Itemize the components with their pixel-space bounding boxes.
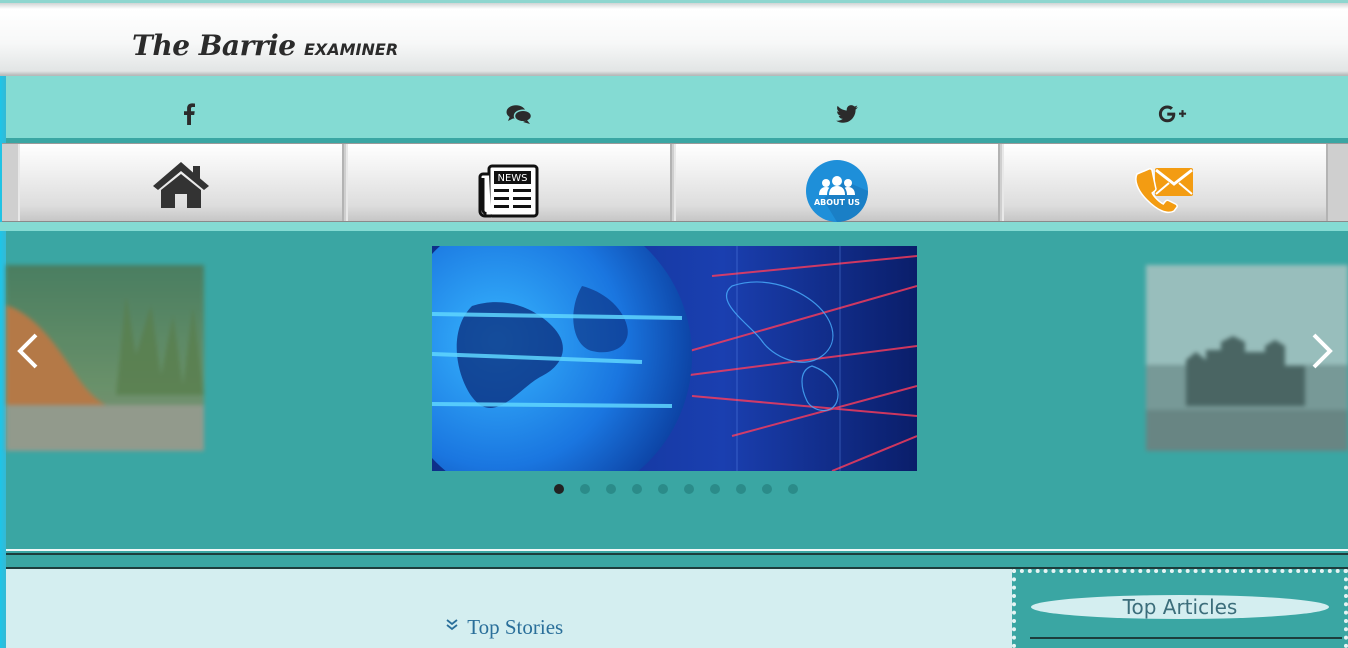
- nav-about-us[interactable]: ABOUT US: [674, 144, 1000, 222]
- newspaper-icon: NEWS: [477, 164, 541, 223]
- google-plus-icon[interactable]: [1158, 102, 1188, 126]
- contact-phone-mail-icon: [1133, 166, 1197, 221]
- sidebar: Top Articles: [1012, 569, 1348, 648]
- top-stories-link[interactable]: Top Stories: [446, 615, 563, 640]
- sidebar-divider: [1030, 637, 1342, 639]
- social-bar: [6, 76, 1348, 138]
- main-nav: NEWS ABOUT US: [2, 143, 1348, 222]
- carousel-dot[interactable]: [606, 484, 616, 494]
- double-chevron-down-icon: [446, 619, 461, 634]
- carousel-dot[interactable]: [684, 484, 694, 494]
- top-stories-label: Top Stories: [467, 615, 564, 639]
- top-articles-heading: Top Articles: [1031, 595, 1329, 619]
- about-us-icon: ABOUT US: [805, 159, 869, 228]
- site-header: The Barrie EXAMINER: [0, 0, 1348, 76]
- twitter-icon[interactable]: [832, 102, 862, 126]
- home-icon: [151, 160, 211, 215]
- carousel-dot[interactable]: [736, 484, 746, 494]
- carousel-dot[interactable]: [788, 484, 798, 494]
- carousel-dot[interactable]: [632, 484, 642, 494]
- about-us-icon-label: ABOUT US: [814, 198, 860, 207]
- carousel-dots: [554, 484, 798, 494]
- carousel-next-arrow-icon[interactable]: [1306, 331, 1336, 371]
- nav-contact[interactable]: [1002, 144, 1328, 221]
- carousel-dot[interactable]: [554, 484, 564, 494]
- site-logo[interactable]: The Barrie EXAMINER: [132, 29, 398, 62]
- logo-script-text: The Barrie: [132, 29, 296, 62]
- nav-bottom-strip: [0, 222, 1348, 231]
- carousel-dot[interactable]: [710, 484, 720, 494]
- carousel-dot[interactable]: [658, 484, 668, 494]
- nav-news[interactable]: NEWS: [346, 144, 672, 221]
- carousel-prev-arrow-icon[interactable]: [14, 331, 44, 371]
- main-content: Top Stories: [6, 569, 1012, 648]
- carousel-dot[interactable]: [762, 484, 772, 494]
- carousel-active-slide-image[interactable]: [432, 246, 917, 471]
- facebook-icon[interactable]: [174, 102, 204, 126]
- newspaper-icon-label: NEWS: [497, 173, 527, 184]
- chat-icon[interactable]: [504, 102, 534, 126]
- logo-caps-text: EXAMINER: [303, 40, 399, 59]
- image-carousel: [6, 231, 1348, 549]
- carousel-dot[interactable]: [580, 484, 590, 494]
- nav-home[interactable]: [18, 144, 344, 221]
- divider-light: [6, 549, 1348, 551]
